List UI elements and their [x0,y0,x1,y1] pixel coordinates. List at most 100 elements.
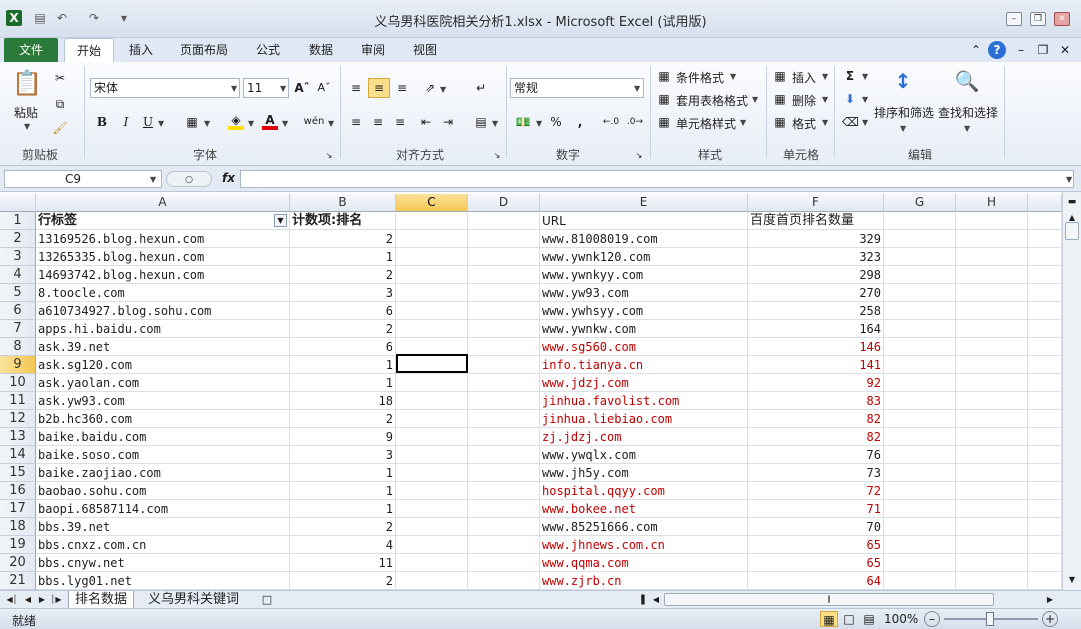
rank-count-cell[interactable]: 146 [748,338,884,356]
cell[interactable] [956,266,1028,284]
align-middle-icon[interactable]: ≡ [368,78,390,98]
cell[interactable] [1028,482,1062,500]
cell[interactable] [468,338,540,356]
cell[interactable] [1028,464,1062,482]
cell[interactable] [1028,536,1062,554]
cell[interactable] [884,554,956,572]
format-cells-button[interactable]: 格式 [792,115,816,132]
rank-count-cell[interactable]: 82 [748,428,884,446]
next-sheet-icon[interactable]: ▶ [36,592,48,608]
font-color-icon[interactable]: A [262,114,278,130]
minimize-ribbon-icon[interactable]: ⌃ [970,42,982,58]
format-as-table-icon[interactable]: ▦ [656,91,672,107]
cell[interactable] [468,410,540,428]
phonetic-guide-icon[interactable]: wén [302,114,326,130]
url-cell[interactable]: www.bokee.net [540,500,748,518]
rank-count-cell[interactable]: 298 [748,266,884,284]
cell[interactable] [468,428,540,446]
cell[interactable] [884,302,956,320]
workbook-restore-icon[interactable]: ❐ [1036,42,1050,58]
cell[interactable] [956,482,1028,500]
count-cell[interactable]: 2 [290,320,396,338]
zoom-slider-thumb[interactable] [986,612,994,626]
cell[interactable] [1028,248,1062,266]
cell[interactable] [468,392,540,410]
row-header[interactable]: 8 [0,338,36,356]
format-cells-icon[interactable]: ▦ [772,114,788,130]
formula-bar-grip-icon[interactable]: ○ [166,171,212,187]
tab-view[interactable]: 视图 [404,38,446,62]
conditional-format-button[interactable]: 条件格式 [676,69,724,86]
row-header[interactable]: 12 [0,410,36,428]
cell[interactable] [396,554,468,572]
count-cell[interactable]: 1 [290,482,396,500]
decrease-decimal-icon[interactable]: .0→ [624,114,646,130]
insert-cells-icon[interactable]: ▦ [772,68,788,84]
cell[interactable] [884,374,956,392]
close-button[interactable]: ✕ [1054,12,1070,26]
count-cell[interactable]: 3 [290,284,396,302]
rank-count-cell[interactable]: 164 [748,320,884,338]
font-dialog-launcher-icon[interactable]: ↘ [324,148,334,164]
cell[interactable] [956,302,1028,320]
comma-style-button[interactable]: , [572,114,588,130]
cell[interactable] [1028,284,1062,302]
cell[interactable] [468,266,540,284]
sort-filter-icon[interactable]: ↕ [888,66,918,96]
rank-count-cell[interactable]: 329 [748,230,884,248]
rank-count-cell[interactable]: 65 [748,554,884,572]
column-header-g[interactable]: G [884,194,956,212]
row-label-cell[interactable]: ask.yaolan.com [36,374,290,392]
row-label-cell[interactable]: baopi.68587114.com [36,500,290,518]
select-all-corner[interactable] [0,194,36,212]
cell[interactable] [1028,338,1062,356]
delete-cells-icon[interactable]: ▦ [772,91,788,107]
cell[interactable] [396,302,468,320]
cell[interactable] [396,464,468,482]
format-dropdown-icon[interactable]: ▼ [822,118,828,127]
cell[interactable] [396,500,468,518]
cell[interactable] [468,302,540,320]
first-sheet-icon[interactable]: ◀│ [6,592,18,608]
cell[interactable] [956,212,1028,230]
count-cell[interactable]: 1 [290,464,396,482]
cell[interactable] [468,230,540,248]
cell[interactable] [396,212,468,230]
url-cell[interactable]: jinhua.liebiao.com [540,410,748,428]
cell[interactable] [1028,446,1062,464]
url-cell[interactable]: www.qqma.com [540,554,748,572]
cell[interactable] [396,320,468,338]
fill-color-icon[interactable]: ◈ [228,114,244,130]
bold-button[interactable]: B [94,114,110,130]
clear-dropdown-icon[interactable]: ▼ [862,118,868,127]
accounting-format-icon[interactable]: 💵 [514,114,532,130]
row-header[interactable]: 10 [0,374,36,392]
row-label-cell[interactable]: a610734927.blog.sohu.com [36,302,290,320]
cell[interactable] [468,554,540,572]
row-header[interactable]: 13 [0,428,36,446]
rank-count-cell[interactable]: 76 [748,446,884,464]
cell[interactable] [956,230,1028,248]
selected-cell-c9[interactable] [396,354,468,373]
cell[interactable] [396,482,468,500]
cell[interactable] [396,572,468,590]
cell[interactable] [396,230,468,248]
cell[interactable] [884,536,956,554]
borders-dropdown-icon[interactable]: ▼ [204,119,210,128]
cell[interactable] [884,338,956,356]
conditional-format-icon[interactable]: ▦ [656,68,672,84]
insert-cells-button[interactable]: 插入 [792,69,816,86]
column-header-a[interactable]: A [36,194,290,212]
paste-icon[interactable]: 📋 [12,68,42,98]
worksheet-grid[interactable]: A B C D E F G H 1 行标签 ▼ 计数项:排名 URL 百度首页排… [0,192,1062,590]
cell[interactable] [396,392,468,410]
cell[interactable] [956,374,1028,392]
cell[interactable] [1028,374,1062,392]
row-label-cell[interactable]: 13169526.blog.hexun.com [36,230,290,248]
cell[interactable] [468,212,540,230]
orientation-icon[interactable]: ⇗ [420,80,440,96]
header-cell-count[interactable]: 计数项:排名 [290,212,396,230]
rank-count-cell[interactable]: 83 [748,392,884,410]
rank-count-cell[interactable]: 72 [748,482,884,500]
rank-count-cell[interactable]: 270 [748,284,884,302]
